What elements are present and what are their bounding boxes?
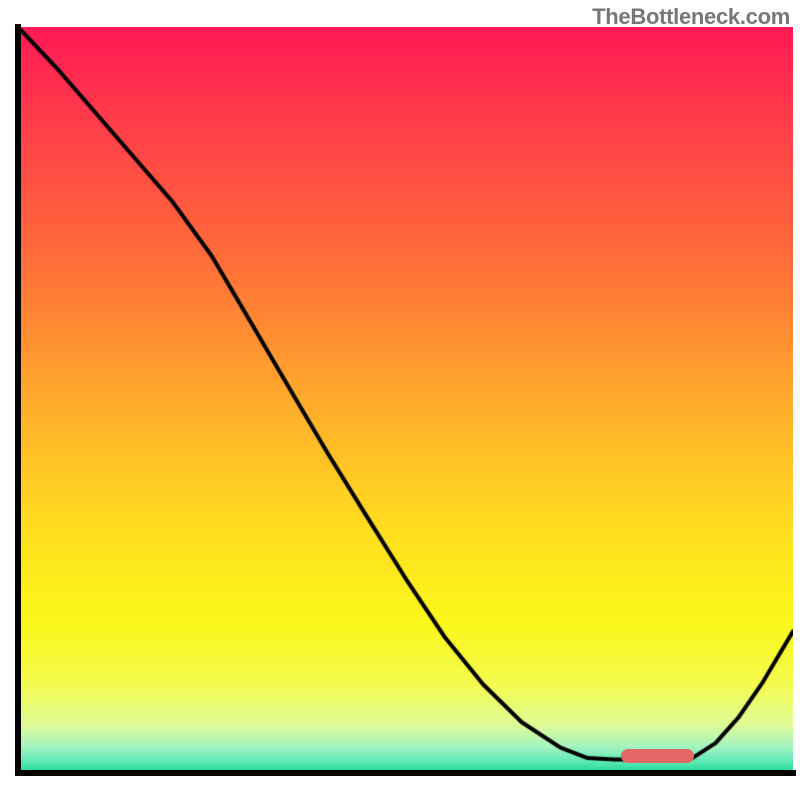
chart-container: TheBottleneck.com [0, 0, 800, 800]
axes-frame [0, 0, 800, 800]
watermark-text: TheBottleneck.com [592, 4, 790, 30]
